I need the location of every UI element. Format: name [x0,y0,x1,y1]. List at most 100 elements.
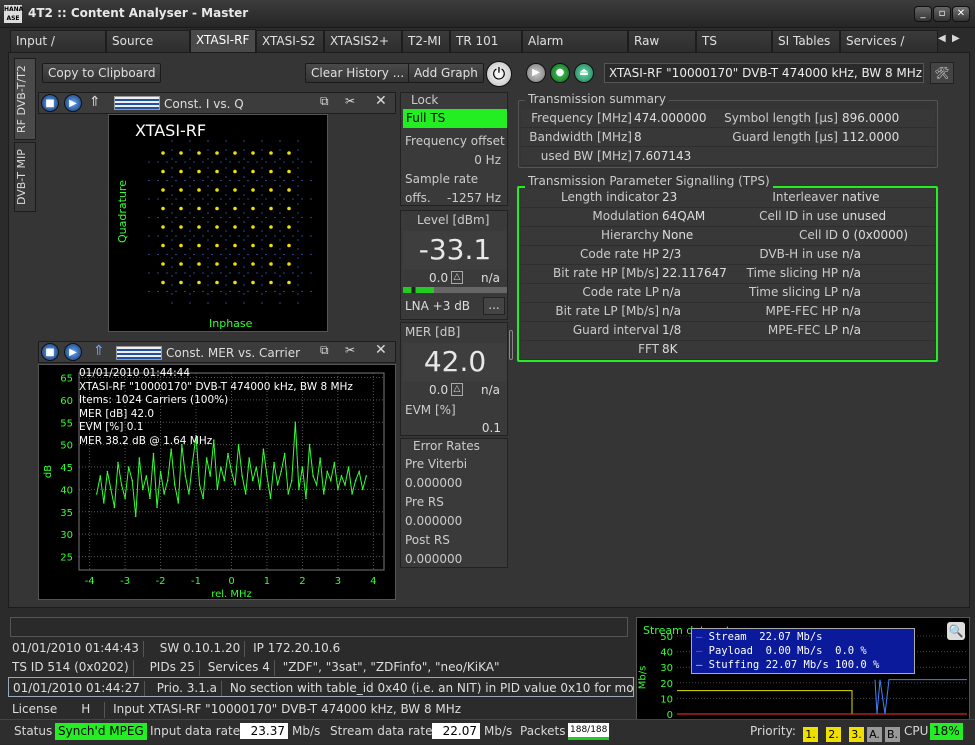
constellation-grid-dot [274,253,276,256]
constellation-grid-dot [184,272,186,274]
x-tick-label: -1 [191,576,201,587]
constellation-grid-dot [189,212,191,214]
mer-data-point [184,475,187,477]
tab-source-scan[interactable]: Source Scan [106,30,190,69]
constellation-grid-dot [279,149,281,151]
tab-xtasi-s2[interactable]: XTASI-S2 [256,30,324,52]
tab-scroll-left-icon[interactable]: ◀ [938,33,946,44]
stop-icon[interactable]: ■ [41,343,59,361]
tps-left-key: Bit rate HP [Mb/s] [553,266,659,280]
power-icon[interactable]: ⏻ [486,61,512,87]
tps-right-value: native [842,190,880,204]
copy-icon[interactable]: ⧉ [320,94,329,109]
tools-icon[interactable]: ✂ [345,343,355,357]
constellation-grid-dot [279,266,281,268]
constellation-grid-dot [157,161,159,163]
priority-3[interactable]: 3. [849,727,864,742]
minimize-button[interactable]: _ [914,6,932,22]
log-line-1: 01/01/2010 01:44:43 SW 0.10.1.20 IP 172.… [12,640,341,657]
constellation-grid-dot [256,216,258,219]
pin-icon[interactable]: ⇑ [89,94,101,110]
mer-data-point [216,488,219,491]
play-icon[interactable]: ▶ [526,63,546,83]
constellation-grid-dot [184,216,186,219]
copy-icon[interactable]: ⧉ [320,343,329,358]
constellation-grid-dot [166,253,168,256]
tab-services-pids[interactable]: Services / PIDs [840,30,938,69]
tools-icon[interactable]: ✂ [345,94,355,108]
log-line-3[interactable]: 01/01/2010 01:44:27 Prio. 3.1.a No secti… [8,677,634,697]
restore-button[interactable]: ▫ [933,6,951,22]
tab-input-output[interactable]: Input / Output [10,30,106,69]
add-graph-button[interactable]: Add Graph [408,63,484,83]
tab-si-tables[interactable]: SI Tables [772,30,840,52]
constellation-grid-dot [166,161,168,163]
eject-icon[interactable]: ⏏ [574,63,594,83]
close-button[interactable]: ✕ [952,6,970,22]
priority-b[interactable]: B. [885,727,900,742]
tab-xtasi-rf[interactable]: XTASI-RF [190,29,256,53]
constellation-grid-dot [189,221,191,223]
record-icon[interactable]: ● [550,63,570,83]
mer-data-point [344,484,346,486]
trace-style-icon[interactable] [116,346,162,360]
lna-more-button[interactable]: ... [483,297,505,315]
copy-to-clipboard-button[interactable]: Copy to Clipboard [42,63,162,83]
pin-icon[interactable]: ⇑ [93,343,105,359]
tab-alarm-evaluation[interactable]: Alarm Evaluation [522,30,628,69]
constellation-grid-dot [157,179,159,182]
mer-data-point [347,466,350,468]
settings-tools-icon[interactable]: 🛠 [930,62,954,84]
constellation-xlabel: Inphase [209,317,253,330]
close-panel-icon[interactable]: ✕ [375,93,387,109]
constellation-grid-dot [148,179,150,182]
constellation-grid-dot [220,235,222,237]
vtab-dvb-t-mip[interactable]: DVB-T MIP [14,142,36,212]
mer-data-point [134,515,137,518]
stop-icon[interactable]: ■ [41,94,59,112]
trace-style-icon[interactable] [114,96,160,110]
tab-t2-mi[interactable]: T2-MI [402,30,450,52]
constellation-point [215,262,219,266]
zoom-icon[interactable]: 🔍 [947,622,965,640]
constellation-grid-dot [211,161,213,163]
y-tick-label: 35 [60,508,73,519]
mer-data-point [283,452,286,455]
constellation-point [161,188,165,192]
x-tick-label: 4 [370,576,376,587]
constellation-grid-dot [256,272,258,274]
constellation-point [179,188,183,192]
constellation-grid-dot [166,179,168,182]
mer-data-point [220,466,222,468]
delta-icon[interactable]: △ [451,383,463,396]
clear-history-button[interactable]: Clear History ... [305,63,411,83]
y-tick-label: 55 [60,418,73,429]
y-tick-label: 45 [60,463,73,474]
tps-left-value: 23 [662,190,678,204]
log-filter-input[interactable] [10,617,628,637]
play-icon[interactable]: ▶ [64,94,82,112]
priority-flags: 1. 2. 3. A. B. [800,723,900,745]
constellation-grid-dot [243,167,245,169]
tab-xtasis2plus[interactable]: XTASIS2+ [324,30,402,52]
tab-scroll-right-icon[interactable]: ▶ [952,33,960,44]
error-rates-section: Error Rates Pre Viterbi 0.000000 Pre RS … [400,438,508,568]
log-line-2: TS ID 514 (0x0202) PIDs 25 Services 4 "Z… [12,659,500,676]
close-panel-icon[interactable]: ✕ [375,342,387,358]
tab-tr-101-290[interactable]: TR 101 290 [450,30,522,69]
tab-ts-packets[interactable]: TS Packets [696,30,772,69]
stream-legend: — Stream 22.07 Mb/s — Payload 0.00 Mb/s … [691,628,915,674]
priority-1[interactable]: 1. [803,727,818,742]
mer-data-point [227,452,229,455]
mer-data-point [138,457,141,459]
priority-2[interactable]: 2. [826,727,841,742]
constellation-grid-dot [297,194,299,196]
priority-a[interactable]: A. [867,727,882,742]
tab-raw-data[interactable]: Raw Data [628,30,696,69]
constellation-grid-dot [243,302,245,304]
vtab-rf-dvb-t-t2[interactable]: RF DVB-T/T2 [14,58,36,140]
delta-icon[interactable]: △ [451,271,463,284]
play-icon[interactable]: ▶ [64,343,82,361]
constellation-grid-dot [297,239,299,241]
splitter-handle[interactable] [509,330,513,360]
